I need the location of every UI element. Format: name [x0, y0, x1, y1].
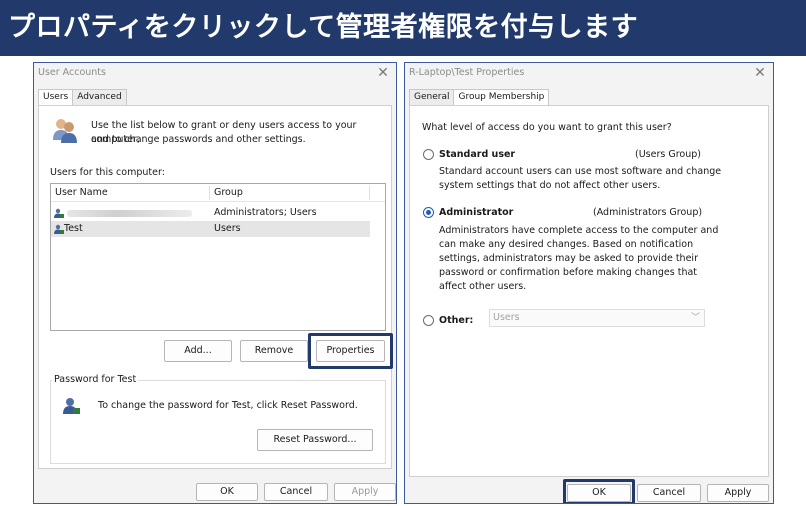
administrator-desc: password or confirmation before making c…: [439, 267, 698, 278]
intro-line-2: and to change passwords and other settin…: [91, 134, 306, 145]
row-group: Users: [214, 223, 241, 234]
user-icon: [54, 208, 64, 218]
standard-user-radio[interactable]: [423, 149, 434, 160]
instruction-banner: プロパティをクリックして管理者権限を付与します: [0, 0, 806, 56]
administrator-radio[interactable]: [423, 207, 434, 218]
apply-button[interactable]: Apply: [334, 483, 396, 501]
administrator-desc: can make any desired changes. Based on n…: [439, 239, 694, 250]
close-icon[interactable]: ✕: [376, 65, 390, 81]
tab-bar: General Group Membership: [409, 89, 550, 106]
other-group-value: Users: [493, 312, 520, 323]
users-tab-panel: Use the list below to grant or deny user…: [38, 105, 393, 469]
user-key-icon: [63, 398, 80, 414]
administrator-desc: affect other users.: [439, 281, 527, 292]
tab-advanced[interactable]: Advanced: [72, 89, 127, 105]
password-group-label: Password for Test: [52, 374, 139, 385]
password-instructions: To change the password for Test, click R…: [98, 400, 358, 411]
chevron-down-icon: ﹀: [690, 313, 700, 323]
cancel-button[interactable]: Cancel: [637, 484, 701, 502]
user-accounts-window: User Accounts ✕ Users Advanced Use the l…: [33, 62, 397, 504]
standard-user-group: (Users Group): [635, 149, 701, 160]
row-group: Administrators; Users: [214, 207, 317, 218]
remove-button[interactable]: Remove: [240, 340, 308, 362]
add-button[interactable]: Add...: [164, 340, 232, 362]
administrator-label[interactable]: Administrator: [439, 206, 513, 220]
user-properties-window: R-Laptop\Test Properties ✕ General Group…: [404, 62, 774, 504]
access-question: What level of access do you want to gran…: [422, 122, 672, 133]
administrator-group: (Administrators Group): [593, 207, 703, 218]
other-group-select[interactable]: Users ﹀: [489, 309, 705, 327]
table-row[interactable]: Test Users: [51, 221, 370, 237]
tab-users[interactable]: Users: [38, 89, 74, 106]
apply-button[interactable]: Apply: [707, 484, 769, 502]
administrator-desc: Administrators have complete access to t…: [439, 225, 719, 236]
ok-highlight: [563, 479, 635, 503]
column-user-name[interactable]: User Name: [51, 184, 108, 202]
row-user-name: Test: [64, 223, 83, 234]
users-list[interactable]: User Name Group Administrators; Users Te…: [50, 183, 386, 331]
reset-password-button[interactable]: Reset Password...: [257, 429, 373, 451]
tab-bar: Users Advanced: [38, 89, 127, 106]
users-icon: [53, 119, 77, 143]
administrator-desc: settings, administrators may be asked to…: [439, 253, 698, 264]
list-header: User Name Group: [51, 184, 385, 202]
window-title: User Accounts: [38, 67, 106, 78]
cancel-button[interactable]: Cancel: [264, 483, 328, 501]
close-icon[interactable]: ✕: [753, 65, 767, 81]
properties-highlight: [308, 333, 393, 369]
password-group: [50, 380, 386, 464]
group-membership-panel: What level of access do you want to gran…: [409, 105, 769, 477]
other-label[interactable]: Other:: [439, 314, 473, 328]
standard-user-label[interactable]: Standard user: [439, 148, 515, 162]
users-list-label: Users for this computer:: [50, 167, 165, 178]
table-row[interactable]: Administrators; Users: [51, 205, 385, 221]
tab-group-membership[interactable]: Group Membership: [453, 89, 550, 106]
column-group[interactable]: Group: [210, 184, 243, 202]
ok-button[interactable]: OK: [196, 483, 258, 501]
redacted-user-name: [67, 210, 192, 217]
standard-user-desc: Standard account users can use most soft…: [439, 166, 722, 177]
tab-general[interactable]: General: [409, 89, 455, 105]
standard-user-desc: system settings that do not affect other…: [439, 180, 661, 191]
column-separator: [369, 186, 370, 200]
user-icon: [54, 224, 64, 234]
other-radio[interactable]: [423, 315, 434, 326]
window-title: R-Laptop\Test Properties: [409, 67, 525, 78]
